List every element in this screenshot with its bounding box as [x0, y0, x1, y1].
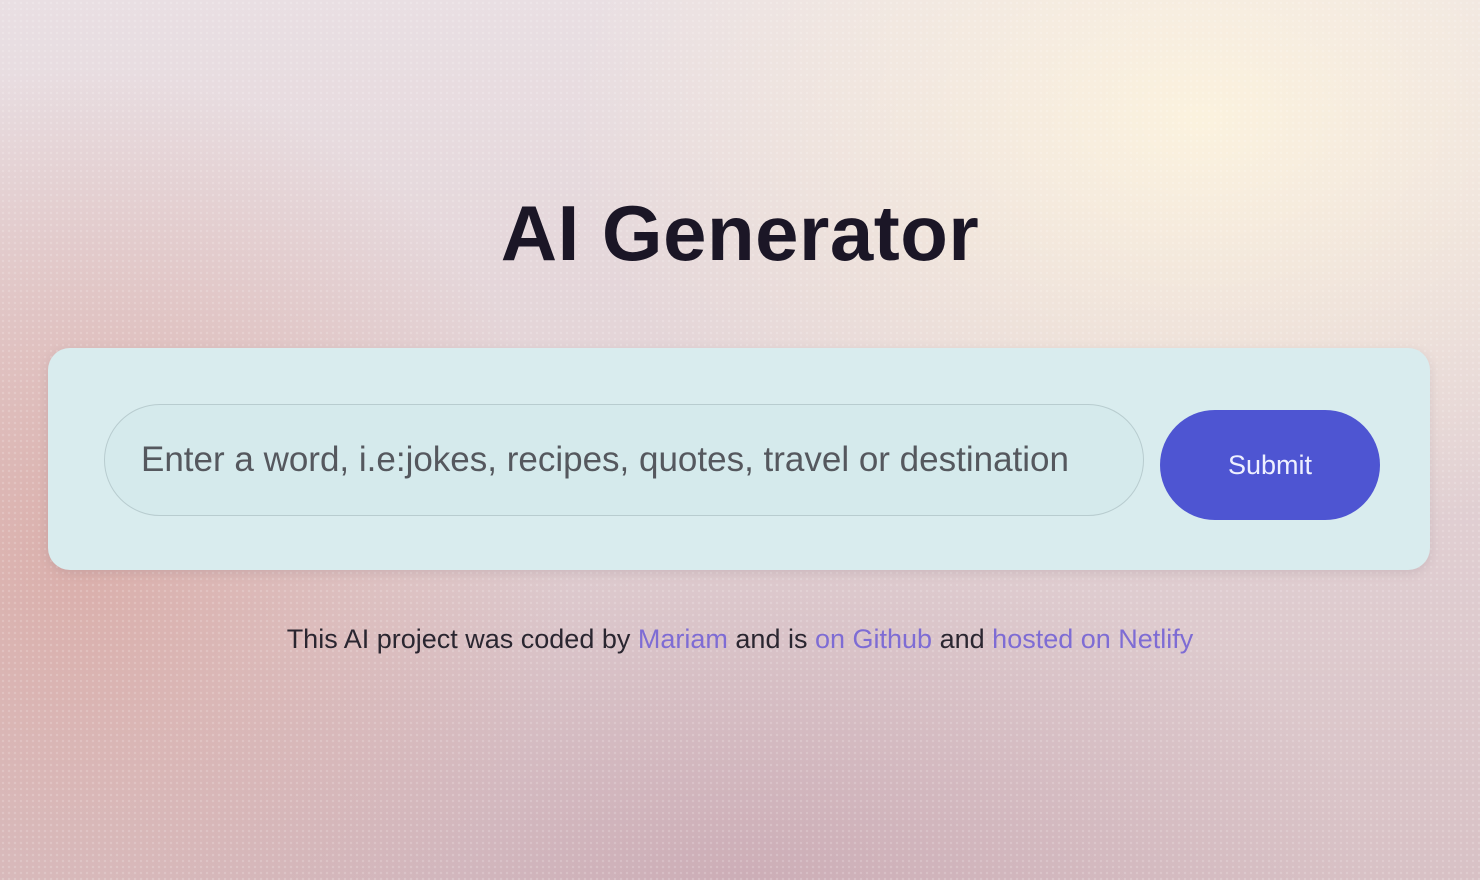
search-input[interactable] [104, 404, 1144, 516]
footer-text-coded-by: This AI project was coded by [286, 624, 631, 654]
footer-credit: This AI project was coded by Mariam and … [0, 624, 1480, 655]
footer-text-and: and [939, 624, 985, 654]
footer-text-and-is: and is [735, 624, 808, 654]
submit-button[interactable]: Submit [1160, 410, 1380, 520]
search-form: Submit [48, 348, 1430, 570]
github-link[interactable]: on Github [815, 624, 932, 654]
page-title: AI Generator [500, 189, 980, 277]
author-link[interactable]: Mariam [638, 624, 728, 654]
netlify-link[interactable]: hosted on Netlify [992, 624, 1193, 654]
